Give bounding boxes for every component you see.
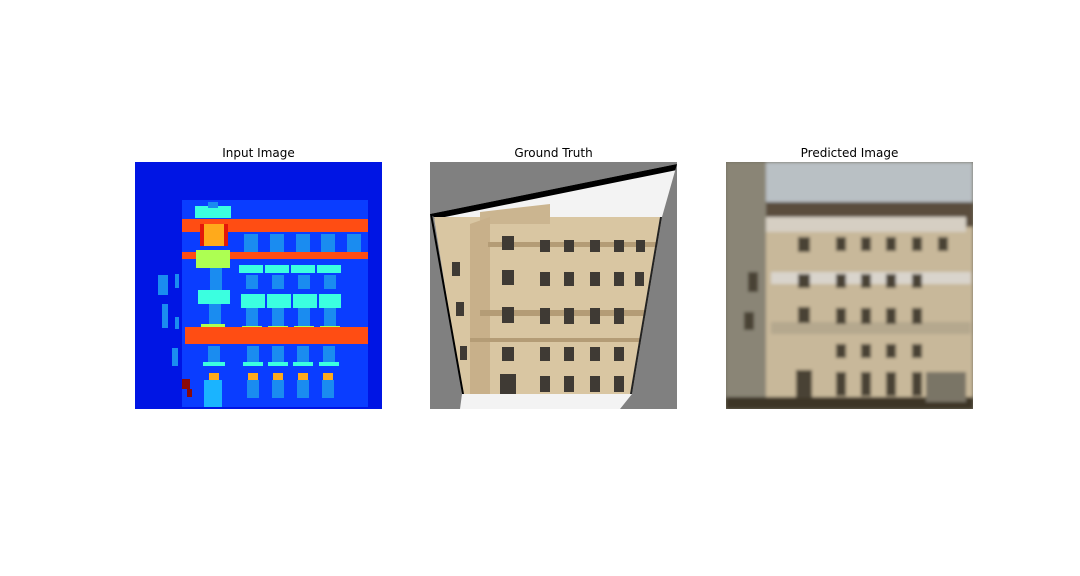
- label-window: [209, 304, 221, 324]
- label-sill: [203, 362, 225, 366]
- label-window: [298, 275, 310, 289]
- input-image-title: Input Image: [222, 146, 295, 160]
- label-deco: [209, 373, 219, 380]
- label-window: [321, 234, 335, 252]
- label-window: [210, 268, 222, 290]
- label-window: [272, 380, 284, 398]
- label-window: [244, 234, 258, 252]
- predicted-photo: [726, 162, 973, 409]
- predicted-image-title: Predicted Image: [800, 146, 899, 160]
- label-window: [246, 275, 258, 289]
- label-balcony: [319, 294, 341, 308]
- label-side-window: [158, 275, 168, 295]
- label-window: [270, 234, 284, 252]
- label-window: [322, 380, 334, 398]
- label-balcony: [293, 294, 317, 308]
- label-deco: [323, 373, 333, 380]
- label-balcony: [267, 294, 291, 308]
- label-window: [272, 275, 284, 289]
- label-window: [298, 308, 310, 326]
- label-deco-panel: [196, 250, 230, 268]
- label-window: [297, 346, 309, 362]
- label-window: [247, 380, 259, 398]
- ground-truth-photo: [430, 162, 677, 409]
- label-balcony: [265, 265, 289, 273]
- label-shop: [187, 389, 192, 397]
- photo-cornice: [470, 338, 640, 342]
- photo-tower: [470, 217, 490, 394]
- label-door: [204, 380, 222, 407]
- label-window: [247, 346, 259, 362]
- label-window: [323, 346, 335, 362]
- label-window: [272, 308, 284, 326]
- label-side-window: [162, 304, 168, 328]
- label-shop: [182, 379, 190, 389]
- predicted-image-panel: Predicted Image: [726, 144, 973, 409]
- label-balcony: [241, 294, 265, 308]
- label-deco: [248, 373, 258, 380]
- label-tower-edge: [200, 224, 204, 246]
- input-image-panel: Input Image: [135, 144, 382, 409]
- label-window: [246, 308, 258, 326]
- label-deco: [298, 373, 308, 380]
- label-sill: [268, 362, 288, 366]
- label-window: [296, 234, 310, 252]
- label-window: [347, 234, 361, 252]
- label-sill: [293, 362, 313, 366]
- label-window: [208, 346, 220, 362]
- label-balcony: [317, 265, 341, 273]
- label-window: [324, 275, 336, 289]
- label-balcony: [291, 265, 315, 273]
- label-balcony: [239, 265, 263, 273]
- label-sill: [319, 362, 339, 366]
- label-balcony: [198, 290, 230, 304]
- label-tower-deco: [202, 224, 226, 246]
- predicted-content: [726, 162, 973, 409]
- label-side-window: [175, 317, 179, 329]
- label-side-window: [175, 274, 179, 288]
- label-dormer-top: [208, 202, 218, 208]
- label-deco: [273, 373, 283, 380]
- input-label-map: [135, 162, 382, 409]
- label-side-window: [172, 348, 178, 366]
- label-cornice-ground: [185, 327, 368, 344]
- label-sill: [243, 362, 263, 366]
- label-window: [272, 346, 284, 362]
- ground-truth-panel: Ground Truth: [430, 144, 677, 409]
- ground-truth-title: Ground Truth: [514, 146, 593, 160]
- label-window: [297, 380, 309, 398]
- label-window: [324, 308, 336, 326]
- label-tower-edge: [224, 224, 228, 246]
